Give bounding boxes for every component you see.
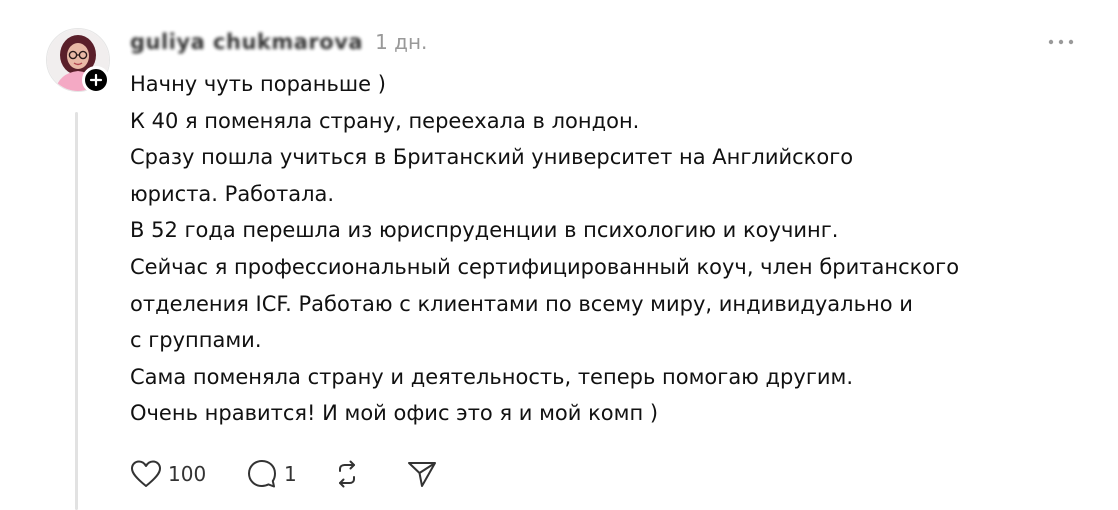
- post-text-line: Начну чуть пораньше ): [130, 72, 386, 96]
- post-text-line: Сейчас я профессиональный сертифицирован…: [130, 254, 960, 279]
- more-horizontal-icon: [1048, 39, 1074, 45]
- thread-post: guliya chukmarova 1 дн. Начну чуть поран…: [0, 0, 1118, 510]
- reply-count: 1: [284, 462, 297, 486]
- post-text-line: с группами.: [130, 328, 262, 353]
- comment-icon: [248, 460, 276, 488]
- author-username[interactable]: guliya chukmarova: [130, 30, 363, 54]
- more-options-button[interactable]: [1046, 32, 1076, 52]
- reply-button[interactable]: 1: [246, 458, 326, 490]
- like-count: 100: [168, 462, 207, 486]
- avatar-container[interactable]: [46, 28, 110, 94]
- repost-button[interactable]: [332, 459, 372, 489]
- repost-icon: [339, 460, 355, 488]
- post-actions: 100 1: [130, 456, 446, 492]
- follow-button[interactable]: [82, 66, 110, 94]
- post-text-line: Сразу пошла учиться в Британский универс…: [130, 145, 854, 170]
- share-button[interactable]: [406, 459, 446, 489]
- post-body: Начну чуть пораньше ) К 40 я поменяла ст…: [130, 66, 1090, 432]
- post-text-line: Сама поменяла страну и деятельность, теп…: [130, 364, 854, 389]
- post-timestamp[interactable]: 1 дн.: [375, 30, 427, 54]
- post-text-line: юриста. Работала.: [130, 181, 335, 206]
- post-text-line: отделения ICF. Работаю с клиентами по вс…: [130, 291, 913, 316]
- post-header: guliya chukmarova 1 дн.: [130, 30, 427, 56]
- post-text-line: В 52 года перешла из юриспруденции в пси…: [130, 218, 839, 243]
- post-text-line: К 40 я поменяла страну, переехала в лонд…: [130, 108, 640, 133]
- post-text-line: Очень нравится! И мой офис это я и мой к…: [130, 401, 659, 426]
- heart-icon: [131, 460, 161, 487]
- thread-line: [75, 112, 78, 510]
- send-icon: [408, 462, 436, 487]
- like-button[interactable]: 100: [130, 459, 226, 489]
- plus-icon: [89, 73, 103, 87]
